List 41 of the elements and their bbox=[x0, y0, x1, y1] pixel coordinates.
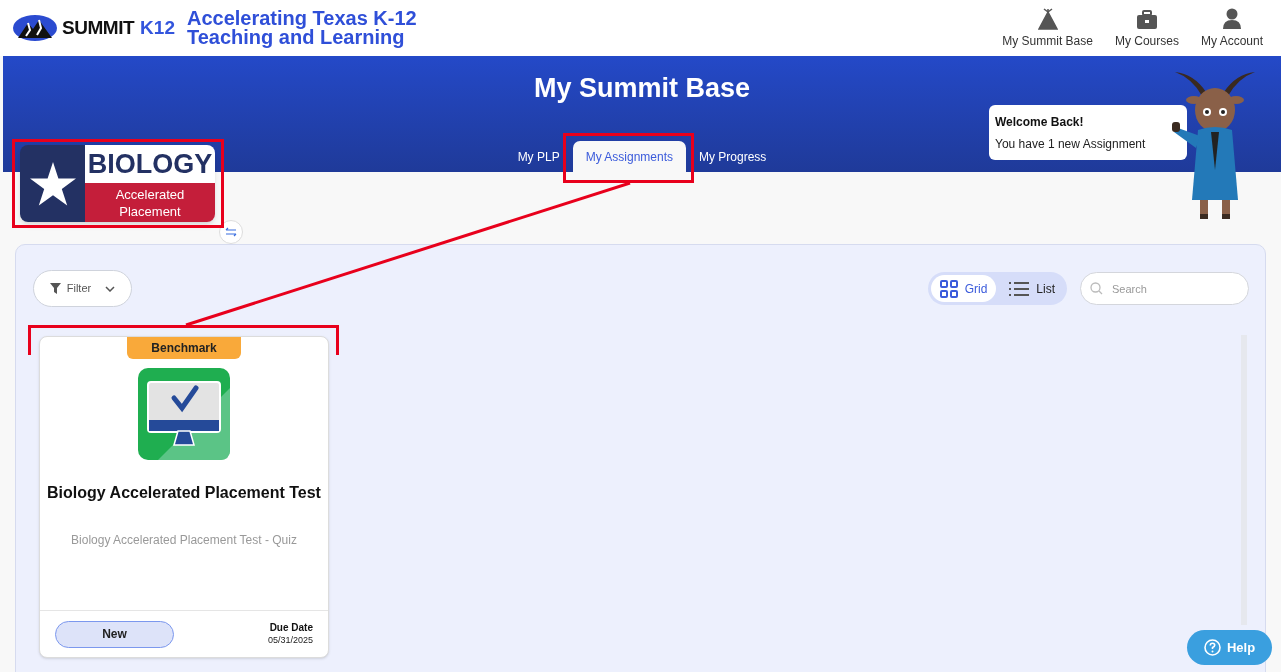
swap-icon bbox=[225, 227, 237, 237]
due-label: Due Date bbox=[269, 621, 313, 634]
logo-text: K12 bbox=[140, 15, 175, 40]
swap-button[interactable] bbox=[219, 220, 243, 244]
chevron-down-icon bbox=[105, 285, 116, 292]
tab[interactable]: My Assignments bbox=[572, 141, 686, 172]
nav-link[interactable]: My Summit Base bbox=[1002, 8, 1093, 50]
search-field[interactable]: Search bbox=[1080, 272, 1249, 305]
assignment-title: Biology Accelerated Placement Test bbox=[47, 483, 321, 503]
nav-link[interactable]: My Account bbox=[1200, 8, 1263, 50]
list-icon bbox=[1009, 280, 1030, 297]
view-option[interactable]: List bbox=[1000, 275, 1064, 302]
logo-text: SUMMIT bbox=[62, 15, 135, 40]
nav-link[interactable]: My Courses bbox=[1114, 10, 1179, 50]
welcome-message: You have 1 new Assignment bbox=[995, 135, 1147, 153]
tab[interactable]: My PLP bbox=[506, 141, 571, 172]
course-subtitle: Accelerated bbox=[115, 185, 185, 203]
welcome-title: Welcome Back! bbox=[995, 113, 1085, 131]
tab[interactable]: My Progress bbox=[688, 141, 778, 172]
filter-icon bbox=[49, 283, 61, 294]
computer-check-icon bbox=[138, 368, 230, 460]
course-title: BIOLOGY bbox=[85, 145, 215, 183]
tent-icon bbox=[1037, 8, 1058, 30]
user-icon bbox=[1222, 8, 1242, 30]
tagline: Teaching and Learning bbox=[186, 28, 406, 47]
briefcase-icon bbox=[1135, 10, 1158, 30]
assignment-subtitle: Biology Accelerated Placement Test - Quiz bbox=[71, 532, 297, 549]
status-pill: New bbox=[55, 620, 174, 648]
help-icon bbox=[1203, 639, 1221, 656]
grid-icon bbox=[939, 279, 958, 298]
tagline: Accelerating Texas K-12 bbox=[186, 9, 417, 28]
category-tag: Benchmark bbox=[127, 337, 241, 359]
assignment-card[interactable]: Benchmark Biology Accelerated Placement Test Biology Accelerated Placement Test - Quiz New Due Date 05/31/2025 bbox=[39, 336, 329, 658]
filter-button[interactable]: Filter bbox=[33, 270, 132, 307]
page-title: My Summit Base bbox=[533, 72, 751, 105]
due-date: 05/31/2025 bbox=[267, 634, 313, 647]
view-option[interactable]: Grid bbox=[930, 275, 997, 302]
mountain-logo-icon bbox=[12, 14, 58, 42]
course-subtitle: Placement bbox=[119, 202, 181, 220]
star-icon bbox=[29, 161, 76, 206]
search-icon bbox=[1090, 282, 1103, 295]
